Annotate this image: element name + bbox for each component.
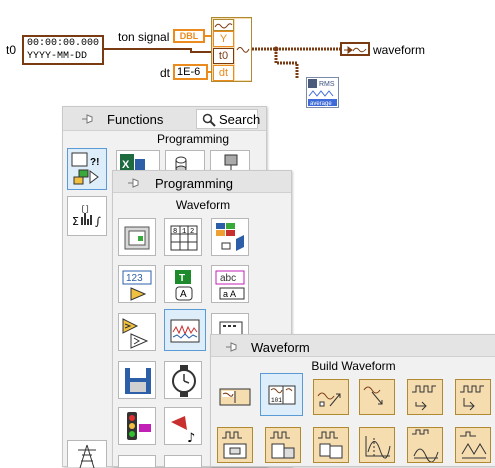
programming-icon: ?!	[71, 152, 99, 185]
programming-subtitle: Waveform	[175, 198, 231, 212]
get-digital-waveform-icon[interactable]	[455, 379, 491, 415]
rms-text: RMS	[319, 81, 335, 88]
clock-icon[interactable]	[164, 361, 202, 399]
build-waveform-node[interactable]: Y t0 dt	[211, 17, 252, 82]
dt-input-terminal[interactable]: dt	[213, 65, 234, 81]
svg-text:Σ: Σ	[72, 215, 79, 228]
dt-constant[interactable]: 1E-6	[173, 64, 208, 80]
svg-text:2: 2	[190, 228, 194, 236]
functions-title: Functions	[107, 112, 164, 127]
waveform-file-io-icon[interactable]	[118, 218, 156, 256]
search-icon	[202, 113, 216, 127]
waveform-generation-icon[interactable]	[407, 427, 443, 463]
boolean-icon[interactable]: TA	[164, 265, 202, 303]
t0-label: t0	[6, 43, 17, 57]
search-label: Search	[219, 112, 261, 127]
t0-time-value: 00:00:00.000	[27, 38, 100, 49]
waveform-measurements-icon[interactable]	[359, 427, 395, 463]
svg-text:♪: ♪	[187, 431, 195, 446]
programming-title-bar[interactable]: Programming	[113, 171, 291, 193]
t0-input-terminal[interactable]: t0	[213, 48, 234, 64]
svg-text:A: A	[180, 289, 187, 300]
programming-category[interactable]: ?!	[67, 148, 107, 190]
svg-text:∫: ∫	[95, 215, 101, 228]
set-waveform-attribute-icon[interactable]	[313, 379, 349, 415]
average-text: average	[310, 101, 332, 107]
cluster-icon[interactable]	[211, 218, 249, 256]
build-digital-waveform-icon[interactable]	[407, 379, 443, 415]
application-control-icon[interactable]	[164, 455, 202, 467]
signal-category[interactable]	[67, 440, 107, 468]
t0-timestamp-constant[interactable]: 00:00:00.000 YYYY-MM-DD	[22, 35, 104, 65]
pin-icon[interactable]	[223, 339, 239, 355]
y-input-terminal[interactable]: Y	[213, 31, 234, 47]
tower-icon	[78, 444, 96, 468]
array-icon[interactable]: 812	[164, 218, 202, 256]
waveform-subset-icon[interactable]	[217, 427, 253, 463]
svg-text:101: 101	[271, 397, 282, 404]
svg-text:8: 8	[173, 228, 177, 236]
search-button[interactable]: Search	[196, 109, 261, 129]
comparison-icon[interactable]	[118, 313, 156, 351]
t0-date-value: YYYY-MM-DD	[27, 51, 88, 62]
svg-text:123: 123	[126, 273, 143, 284]
string-icon[interactable]: abc a A	[211, 265, 249, 303]
report-icon[interactable]	[118, 455, 156, 467]
mathematics-category[interactable]: [] Σ ∫	[67, 196, 107, 236]
waveform-header-icon	[213, 19, 234, 31]
digital-to-analog-icon[interactable]	[313, 427, 349, 463]
waveform-output-terminal[interactable]	[235, 19, 251, 80]
pin-icon[interactable]	[79, 111, 95, 127]
programming-title: Programming	[155, 176, 234, 191]
get-waveform-components-icon[interactable]	[217, 379, 253, 415]
svg-text:[]: []	[81, 206, 89, 214]
dialog-ui-icon[interactable]	[118, 407, 156, 445]
t0-wire	[104, 48, 192, 50]
file-io-icon[interactable]	[118, 361, 156, 399]
ton-signal-label: ton signal	[118, 30, 170, 44]
svg-text:a A: a A	[223, 289, 236, 299]
svg-text:1: 1	[182, 228, 186, 236]
svg-text:abc: abc	[220, 273, 236, 284]
rms-average-node[interactable]: RMS average	[306, 77, 339, 108]
waveform-title: Waveform	[251, 340, 310, 355]
waveform-title-bar[interactable]: Waveform	[211, 335, 495, 357]
waveform-indicator-terminal[interactable]	[340, 42, 370, 56]
waveform-category-icon[interactable]	[164, 309, 206, 351]
svg-text:T: T	[179, 273, 185, 284]
waveform-subtitle: Build Waveform	[311, 359, 396, 373]
functions-subtitle: Programming	[156, 132, 230, 146]
svg-text:?!: ?!	[90, 157, 99, 168]
mathematics-icon: [] Σ ∫	[72, 206, 101, 228]
get-digital-data-icon[interactable]	[265, 427, 301, 463]
numeric-icon[interactable]: 123	[118, 265, 156, 303]
get-waveform-attribute-icon[interactable]	[359, 379, 395, 415]
dt-label: dt	[160, 66, 171, 80]
waveform-indicator-label: waveform	[373, 43, 426, 57]
pin-icon[interactable]	[125, 175, 141, 191]
t0-wire-end	[190, 51, 212, 53]
graphics-sound-icon[interactable]: ♪	[164, 407, 202, 446]
ton-signal-terminal[interactable]: DBL	[173, 29, 205, 43]
build-waveform-icon[interactable]: 101	[260, 373, 303, 416]
waveform-conditioning-icon[interactable]	[455, 427, 491, 463]
